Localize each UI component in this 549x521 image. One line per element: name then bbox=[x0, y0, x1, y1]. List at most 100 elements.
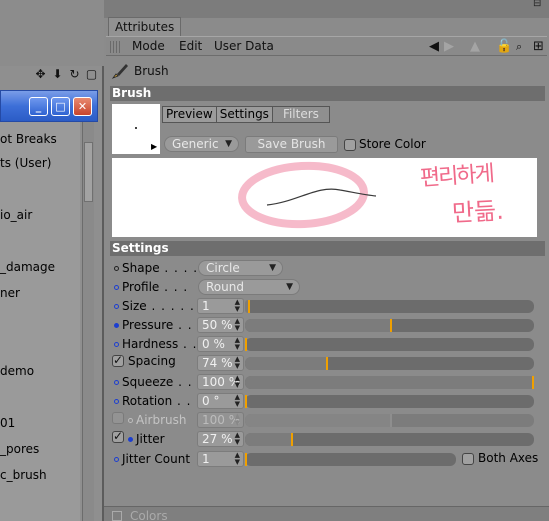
hardness-slider[interactable] bbox=[245, 338, 534, 351]
corner-icon[interactable]: ⊟ bbox=[533, 0, 545, 9]
shape-value: Circle bbox=[206, 261, 240, 275]
hardness-field[interactable]: 0 % ▲ ▼ bbox=[197, 336, 244, 352]
airbrush-label: Airbrush bbox=[136, 413, 187, 427]
menu-user-data[interactable]: User Data bbox=[214, 38, 274, 55]
close-button[interactable]: ✕ bbox=[73, 97, 92, 116]
tab-settings[interactable]: Settings bbox=[215, 106, 273, 123]
param-squeeze: Squeeze . . 100 % ▲ ▼ bbox=[110, 374, 545, 391]
size-slider[interactable] bbox=[245, 300, 534, 313]
jitter-count-slider[interactable] bbox=[245, 453, 456, 466]
jitter-checkbox[interactable] bbox=[112, 429, 124, 443]
list-item[interactable]: 01 bbox=[0, 416, 15, 430]
search-icon[interactable]: ⌕ bbox=[516, 39, 522, 54]
airbrush-slider[interactable] bbox=[245, 414, 534, 427]
rotation-slider[interactable] bbox=[245, 395, 534, 408]
rotation-field[interactable]: 0 ° ▲ ▼ bbox=[197, 393, 244, 409]
list-item[interactable]: _damage bbox=[0, 260, 55, 274]
animation-dot-icon[interactable] bbox=[114, 266, 119, 271]
animation-dot-icon[interactable] bbox=[114, 342, 119, 347]
menu-mode[interactable]: Mode bbox=[132, 38, 165, 55]
animation-dot-icon[interactable] bbox=[114, 304, 119, 309]
slider-knob[interactable] bbox=[245, 395, 247, 408]
jitter-slider[interactable] bbox=[245, 433, 534, 446]
back-arrow-icon[interactable]: ◀ bbox=[429, 39, 439, 54]
store-color-checkbox[interactable] bbox=[344, 139, 356, 151]
airbrush-checkbox[interactable] bbox=[112, 412, 124, 424]
animation-dot-icon[interactable] bbox=[128, 418, 133, 423]
scrollbar-thumb[interactable] bbox=[84, 142, 93, 202]
spin-arrows-icon[interactable]: ▲ ▼ bbox=[235, 452, 240, 466]
animation-dot-icon[interactable] bbox=[128, 437, 133, 442]
lock-icon[interactable]: 🔓 bbox=[496, 39, 512, 54]
colors-section-header[interactable]: Colors bbox=[104, 506, 549, 521]
airbrush-field[interactable]: 100 % ▲ ▼ bbox=[197, 412, 244, 428]
colors-section-label: Colors bbox=[130, 509, 168, 521]
list-item[interactable]: ts (User) bbox=[0, 156, 52, 170]
spin-arrows-icon[interactable]: ▲ ▼ bbox=[235, 413, 240, 427]
list-item[interactable]: ot Breaks bbox=[0, 132, 57, 146]
thumbnail-menu-arrow-icon[interactable]: ▶ bbox=[151, 142, 157, 151]
save-brush-button[interactable]: Save Brush bbox=[245, 136, 338, 153]
spin-arrows-icon[interactable]: ▲ ▼ bbox=[235, 318, 240, 332]
arrow-down-icon[interactable]: ⬇ bbox=[51, 68, 64, 81]
spacing-slider[interactable] bbox=[245, 357, 534, 370]
spin-arrows-icon[interactable]: ▲ ▼ bbox=[235, 299, 240, 313]
squeeze-slider[interactable] bbox=[245, 376, 534, 389]
both-axes-checkbox[interactable] bbox=[462, 453, 474, 465]
slider-fill bbox=[245, 357, 326, 370]
window-icon[interactable]: ▢ bbox=[85, 68, 98, 81]
colors-expand-icon[interactable] bbox=[112, 511, 122, 521]
squeeze-label: Squeeze bbox=[122, 375, 174, 389]
list-item[interactable]: _pores bbox=[0, 442, 39, 456]
list-item[interactable]: demo bbox=[0, 364, 34, 378]
spin-arrows-icon[interactable]: ▲ ▼ bbox=[235, 432, 240, 446]
preset-dropdown[interactable]: Generic ▼ bbox=[164, 136, 239, 152]
forward-arrow-icon[interactable]: ▶ bbox=[444, 39, 454, 54]
size-field[interactable]: 1 ▲ ▼ bbox=[197, 298, 244, 314]
slider-knob[interactable] bbox=[291, 433, 293, 446]
animation-dot-icon[interactable] bbox=[114, 380, 119, 385]
animation-dot-icon[interactable] bbox=[114, 285, 119, 290]
jitter-field[interactable]: 27 % ▲ ▼ bbox=[197, 431, 244, 447]
slider-knob[interactable] bbox=[245, 453, 247, 466]
jitter-count-field[interactable]: 1 ▲ ▼ bbox=[197, 451, 244, 467]
spin-arrows-icon[interactable]: ▲ ▼ bbox=[235, 375, 240, 389]
list-item[interactable]: ner bbox=[0, 286, 20, 300]
spin-arrows-icon[interactable]: ▲ ▼ bbox=[235, 394, 240, 408]
menu-edit[interactable]: Edit bbox=[179, 38, 202, 55]
slider-knob[interactable] bbox=[248, 300, 250, 313]
spacing-checkbox[interactable] bbox=[112, 353, 124, 367]
list-scrollbar[interactable] bbox=[82, 122, 94, 521]
floating-window-titlebar[interactable]: _ □ ✕ bbox=[0, 90, 98, 122]
profile-dropdown[interactable]: Round ▼ bbox=[198, 279, 300, 295]
spin-arrows-icon[interactable]: ▲ ▼ bbox=[235, 337, 240, 351]
brush-subtabs: Preview Settings Filters bbox=[162, 106, 330, 123]
spacing-field[interactable]: 74 % ▲ ▼ bbox=[197, 355, 244, 371]
animation-dot-icon[interactable] bbox=[114, 457, 119, 462]
list-item[interactable]: io_air bbox=[0, 208, 32, 222]
tab-filters[interactable]: Filters bbox=[271, 106, 330, 123]
tab-attributes[interactable]: Attributes bbox=[108, 17, 182, 36]
slider-knob[interactable] bbox=[390, 319, 392, 332]
slider-knob[interactable] bbox=[326, 357, 328, 370]
slider-knob[interactable] bbox=[532, 376, 534, 389]
list-item[interactable]: c_brush bbox=[0, 468, 47, 482]
move-icon[interactable]: ✥ bbox=[34, 68, 47, 81]
shape-dropdown[interactable]: Circle ▼ bbox=[198, 260, 283, 276]
spin-arrows-icon[interactable]: ▲ ▼ bbox=[235, 356, 240, 370]
grip-icon[interactable] bbox=[110, 41, 122, 53]
animation-dot-icon[interactable] bbox=[114, 399, 119, 404]
pressure-slider[interactable] bbox=[245, 319, 534, 332]
maximize-button[interactable]: □ bbox=[51, 97, 70, 116]
pressure-field[interactable]: 50 % ▲ ▼ bbox=[197, 317, 244, 333]
slider-knob[interactable] bbox=[245, 338, 247, 351]
slider-fill bbox=[245, 433, 291, 446]
animation-dot-icon[interactable] bbox=[114, 323, 119, 328]
refresh-icon[interactable]: ↻ bbox=[68, 68, 81, 81]
tab-preview[interactable]: Preview bbox=[162, 106, 217, 123]
squeeze-field[interactable]: 100 % ▲ ▼ bbox=[197, 374, 244, 390]
slider-knob[interactable] bbox=[390, 414, 392, 427]
up-arrow-icon[interactable]: ▲ bbox=[470, 39, 480, 54]
new-panel-icon[interactable]: ⊞ bbox=[533, 39, 544, 54]
minimize-button[interactable]: _ bbox=[29, 97, 48, 116]
